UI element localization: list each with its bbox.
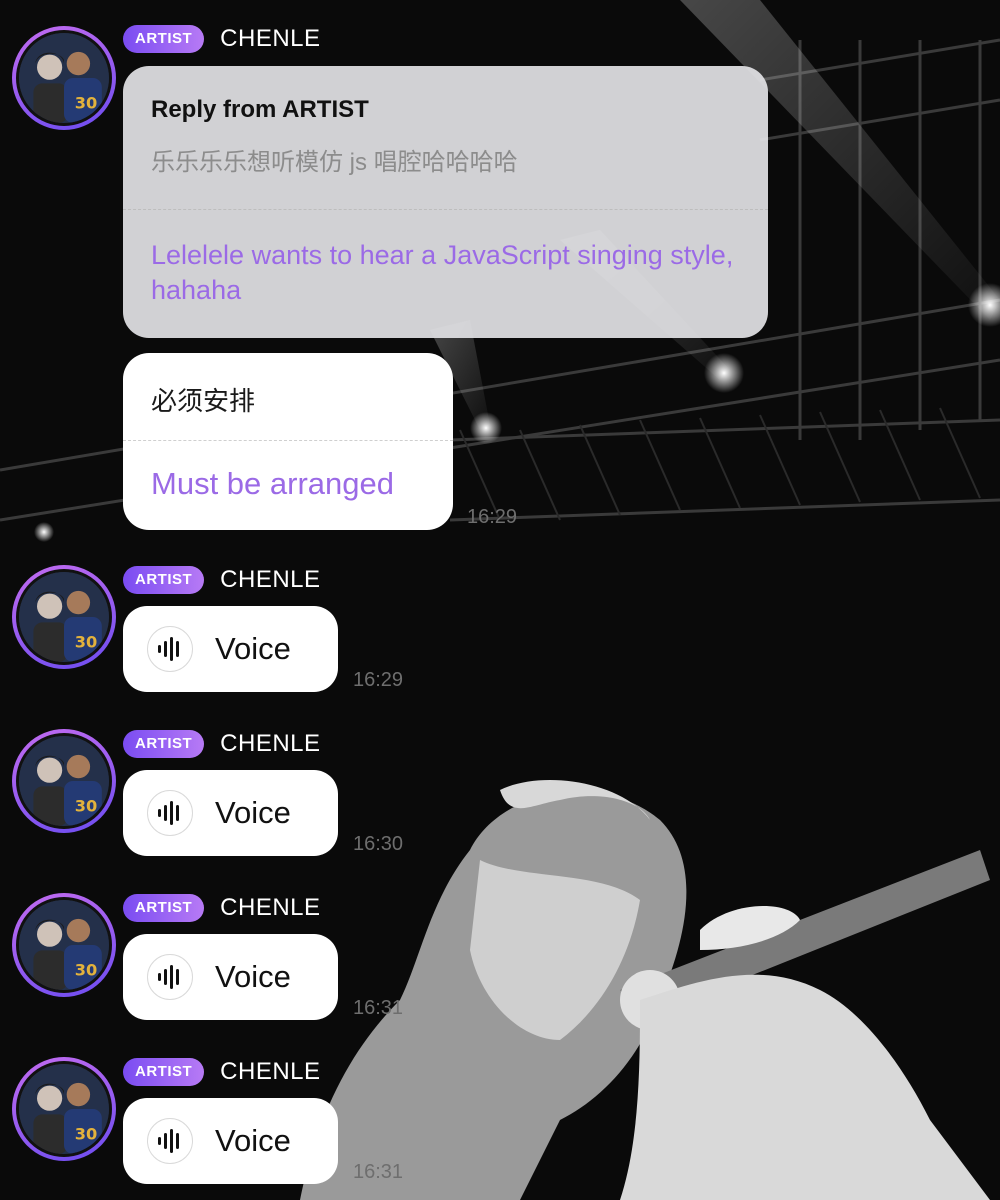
voice-label: Voice xyxy=(215,1123,291,1158)
sender-row: ARTIST CHENLE xyxy=(123,894,321,922)
sender-row: ARTIST CHENLE xyxy=(123,1058,321,1086)
sender-row: ARTIST CHENLE xyxy=(123,566,321,594)
sender-name: CHENLE xyxy=(220,25,321,52)
message-timestamp: 16:31 xyxy=(353,997,404,1019)
waveform-icon[interactable] xyxy=(147,954,193,1000)
voice-label: Voice xyxy=(215,959,291,994)
waveform-icon[interactable] xyxy=(147,1118,193,1164)
avatar[interactable]: 30 xyxy=(12,565,116,669)
voice-message-bubble[interactable]: Voice xyxy=(123,934,338,1020)
svg-text:30: 30 xyxy=(75,633,98,652)
reply-bubble[interactable]: Reply from ARTIST 乐乐乐乐想听模仿 js 唱腔哈哈哈哈 Lel… xyxy=(123,66,768,338)
sender-name: CHENLE xyxy=(220,894,321,921)
avatar-photo: 30 xyxy=(16,897,112,993)
sender-name: CHENLE xyxy=(220,730,321,757)
artist-badge: ARTIST xyxy=(123,25,205,53)
svg-text:30: 30 xyxy=(75,1125,98,1144)
sender-name: CHENLE xyxy=(220,566,321,593)
voice-label: Voice xyxy=(215,795,291,830)
dashed-divider xyxy=(123,440,453,441)
svg-text:30: 30 xyxy=(75,961,98,980)
avatar[interactable]: 30 xyxy=(12,729,116,833)
reply-translation-text: Lelelele wants to hear a JavaScript sing… xyxy=(151,240,734,305)
message-original-text: 必须安排 xyxy=(151,386,256,416)
message-translation-text: Must be arranged xyxy=(151,466,394,501)
text-message-bubble[interactable]: 必须安排 Must be arranged xyxy=(123,353,453,530)
message-timestamp: 16:30 xyxy=(353,833,404,855)
voice-message-bubble[interactable]: Voice xyxy=(123,770,338,856)
reply-original-text: 乐乐乐乐想听模仿 js 唱腔哈哈哈哈 xyxy=(151,149,518,176)
message-timestamp: 16:29 xyxy=(467,506,518,528)
waveform-icon[interactable] xyxy=(147,626,193,672)
sender-name: CHENLE xyxy=(220,1058,321,1085)
voice-label: Voice xyxy=(215,631,291,666)
voice-message-bubble[interactable]: Voice xyxy=(123,1098,338,1184)
avatar[interactable]: 30 xyxy=(12,1057,116,1161)
avatar-photo: 30 xyxy=(16,30,112,126)
avatar-photo: 30 xyxy=(16,1061,112,1157)
dashed-divider xyxy=(123,209,768,210)
reply-title: Reply from ARTIST xyxy=(151,96,369,123)
waveform-icon[interactable] xyxy=(147,790,193,836)
voice-message-bubble[interactable]: Voice xyxy=(123,606,338,692)
sender-row: ARTIST CHENLE xyxy=(123,25,321,53)
avatar[interactable]: 30 xyxy=(12,893,116,997)
artist-badge: ARTIST xyxy=(123,1058,205,1086)
avatar-photo: 30 xyxy=(16,569,112,665)
message-timestamp: 16:29 xyxy=(353,669,404,691)
artist-badge: ARTIST xyxy=(123,730,205,758)
svg-text:30: 30 xyxy=(75,94,98,113)
svg-text:30: 30 xyxy=(75,797,98,816)
message-timestamp: 16:31 xyxy=(353,1161,404,1183)
artist-badge: ARTIST xyxy=(123,894,205,922)
sender-row: ARTIST CHENLE xyxy=(123,730,321,758)
avatar[interactable]: 30 xyxy=(12,26,116,130)
artist-badge: ARTIST xyxy=(123,566,205,594)
avatar-photo: 30 xyxy=(16,733,112,829)
